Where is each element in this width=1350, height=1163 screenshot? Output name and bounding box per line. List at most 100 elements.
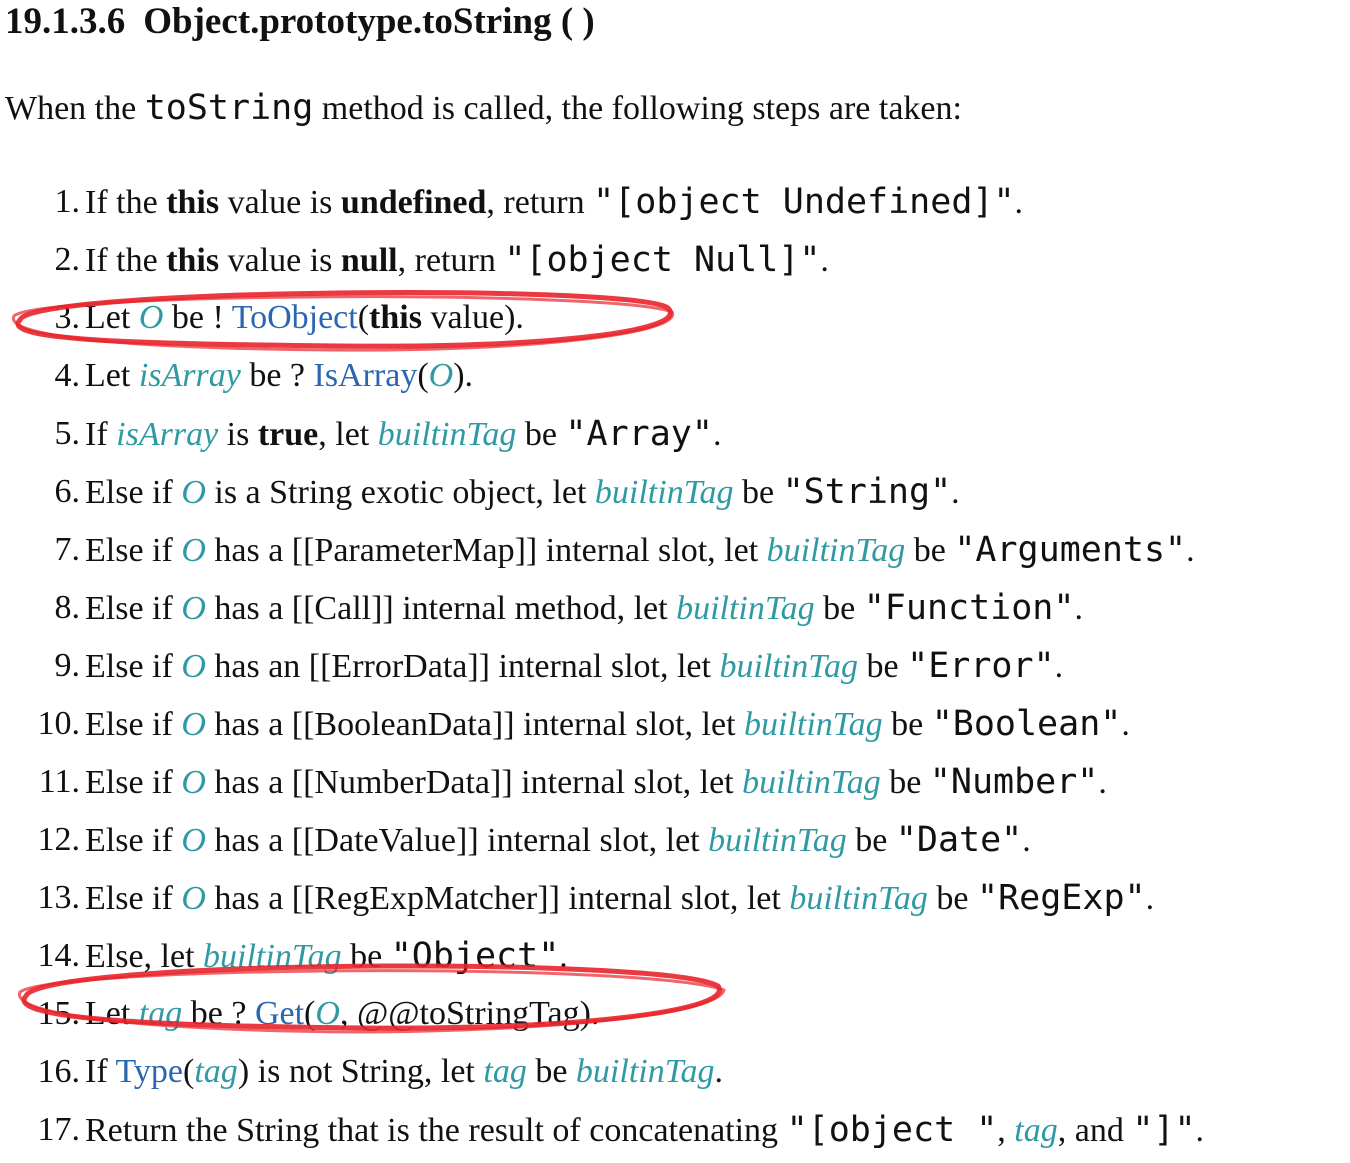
step-number: 7.	[54, 531, 81, 568]
step-text: has a [[ParameterMap]] internal slot, le…	[205, 532, 767, 569]
step-text: value is	[219, 184, 341, 221]
step-text: , @@toStringTag).	[339, 995, 600, 1032]
step-content: Let O be ! ToObject(this value).	[85, 293, 524, 343]
step-text: be	[846, 822, 896, 859]
variable: O	[138, 299, 164, 336]
step-text: be	[733, 474, 783, 511]
spec-link[interactable]: Get	[255, 995, 304, 1032]
step-number: 1.	[54, 183, 81, 220]
variable: O	[181, 880, 206, 917]
step-text: value).	[421, 299, 524, 336]
step-text: (	[183, 1053, 195, 1090]
step-content: Else if O has a [[RegExpMatcher]] intern…	[85, 873, 1154, 924]
step-text: .	[714, 1053, 724, 1090]
step-text: has a [[NumberData]] internal slot, let	[205, 764, 743, 801]
step-text: (	[357, 299, 370, 336]
step-text: .	[1195, 1112, 1205, 1149]
variable: isArray	[138, 357, 241, 394]
code-literal: "Object"	[390, 936, 560, 976]
step-number: 8.	[54, 589, 81, 626]
step-text: .	[559, 938, 568, 975]
step-text: , and	[1057, 1112, 1133, 1149]
variable: O	[181, 764, 206, 801]
step-text: If	[85, 1053, 116, 1090]
keyword: true	[257, 416, 319, 453]
variable: O	[181, 474, 206, 511]
step-text: Else if	[85, 706, 182, 743]
step-number: 14.	[37, 937, 81, 974]
keyword: this	[166, 184, 220, 221]
keyword: this	[369, 299, 422, 336]
code-literal: "Number"	[929, 762, 1099, 802]
code-literal: "Error"	[907, 646, 1055, 686]
variable: tag	[138, 995, 183, 1032]
code-literal: "Arguments"	[954, 530, 1187, 570]
spec-link[interactable]: ToObject	[232, 299, 358, 336]
step-content: If isArray is true, let builtinTag be "A…	[85, 409, 721, 460]
variable: builtinTag	[789, 880, 928, 917]
step-text: value is	[219, 242, 341, 279]
step-text: Else if	[85, 764, 182, 801]
step-number: 15.	[37, 995, 81, 1032]
step-text: , let	[318, 416, 378, 453]
step-text: (	[304, 995, 316, 1032]
step-text: Else if	[85, 822, 182, 859]
step-text: If the	[85, 184, 167, 221]
step-text: ) is not String, let	[237, 1053, 484, 1090]
step-text: If	[85, 416, 117, 453]
step-content: If Type(tag) is not String, let tag be b…	[85, 1047, 723, 1097]
step-text: be	[880, 764, 930, 801]
variable: tag	[194, 1053, 238, 1090]
variable: O	[181, 590, 206, 627]
step-text: ).	[453, 357, 474, 394]
intro-paragraph: When the toString method is called, the …	[5, 86, 962, 131]
step-content: Let tag be ? Get(O, @@toStringTag).	[85, 989, 599, 1039]
variable: builtinTag	[676, 590, 815, 627]
step-text: Let	[85, 995, 139, 1032]
step-text: is	[218, 416, 258, 453]
step-content: Else if O has a [[NumberData]] internal …	[85, 757, 1107, 808]
step-text: .	[1186, 532, 1195, 569]
step-content: If the this value is null, return "[obje…	[85, 235, 829, 286]
step-text: .	[712, 416, 722, 453]
code-literal: "Function"	[863, 588, 1075, 628]
spec-link[interactable]: IsArray	[314, 357, 418, 394]
code-literal: "String"	[782, 472, 952, 512]
step-text: Else, let	[85, 938, 204, 975]
variable: builtinTag	[766, 532, 906, 569]
step-content: Return the String that is the result of …	[85, 1105, 1204, 1156]
variable: O	[181, 706, 206, 743]
step-text: .	[951, 474, 960, 511]
step-text: If the	[85, 242, 167, 279]
step-number: 16.	[37, 1053, 81, 1090]
step-text: be	[526, 1053, 576, 1090]
variable: O	[181, 532, 206, 569]
step-text: has a [[BooleanData]] internal slot, let	[205, 706, 745, 743]
step-text: Else if	[85, 532, 182, 569]
code-literal: toString	[144, 88, 314, 128]
step-text: be ?	[240, 357, 314, 394]
code-literal: "[object Undefined]"	[593, 182, 1015, 222]
step-text: (	[417, 357, 429, 394]
step-text: Else if	[85, 590, 182, 627]
step-number: 3.	[54, 299, 81, 336]
step-text: , return	[486, 184, 594, 221]
step-text: Else if	[85, 648, 182, 685]
step-content: Else if O has a [[DateValue]] internal s…	[85, 815, 1031, 866]
step-text: .	[1022, 822, 1031, 859]
code-literal: "RegExp"	[977, 878, 1146, 918]
step-text: , return	[397, 242, 505, 279]
step-text: has a [[DateValue]] internal slot, let	[205, 822, 709, 859]
variable: builtinTag	[594, 474, 734, 511]
code-literal: "[object "	[786, 1110, 998, 1150]
variable: builtinTag	[708, 822, 847, 859]
step-text: be	[882, 706, 932, 743]
variable: builtinTag	[719, 648, 859, 685]
keyword: this	[166, 242, 220, 279]
step-text: has an [[ErrorData]] internal slot, let	[205, 648, 720, 685]
step-text: method is called, the following steps ar…	[313, 90, 962, 127]
keyword: null	[340, 242, 398, 279]
spec-link[interactable]: Type	[116, 1053, 184, 1090]
step-number: 10.	[37, 705, 81, 742]
step-text: Else if	[85, 474, 182, 511]
